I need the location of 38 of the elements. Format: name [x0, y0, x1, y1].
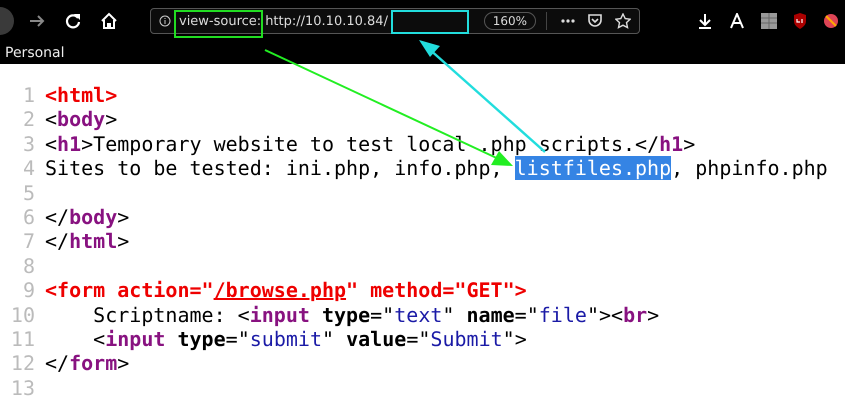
url-text: http://10.10.10.84/ [265, 14, 388, 28]
line-number: 11 [10, 326, 36, 352]
extension-icon[interactable] [823, 13, 839, 29]
line-number: 9 [22, 278, 36, 303]
info-icon[interactable] [159, 15, 171, 27]
line-number: 7 [22, 229, 36, 254]
line-number: 8 [22, 254, 36, 278]
line-number: 2 [22, 107, 36, 132]
bookmark-folder[interactable]: Personal [5, 45, 65, 61]
source-line: Sites to be tested: ini.php, info.php, listfiles.php, phpinfo.php [45, 156, 828, 181]
reload-icon[interactable] [64, 12, 82, 30]
more-icon[interactable] [561, 19, 575, 23]
source-line: Scriptname: <input type="text" name="file"><br> [92, 302, 660, 327]
source-line: <form action="/browse.php" method="GET"> [45, 278, 527, 303]
download-icon[interactable] [697, 13, 713, 29]
line-number: 4 [22, 156, 36, 181]
font-icon[interactable] [729, 13, 745, 29]
line-number: 10 [10, 302, 36, 327]
source-line: <h1>Temporary website to test local .php scripts.</h1> [45, 132, 696, 156]
zoom-level[interactable]: 160% [484, 12, 536, 30]
line-number: 13 [10, 376, 36, 400]
source-line: <input type="submit" value="Submit"> [92, 326, 527, 352]
line-number: 12 [10, 351, 36, 376]
star-icon[interactable] [615, 13, 631, 29]
source-line: </form> [45, 351, 130, 376]
home-icon[interactable] [100, 12, 118, 30]
line-number: 1 [22, 83, 36, 108]
shield-icon[interactable] [793, 13, 807, 29]
url-scheme: view-source: [179, 14, 262, 28]
line-number: 5 [22, 180, 36, 205]
line-number: 3 [22, 132, 36, 156]
line-number: 6 [22, 204, 36, 230]
source-line: <body> [45, 107, 118, 132]
source-line: </body> [45, 204, 130, 230]
source-line: </html> [45, 229, 130, 254]
source-line: <html> [45, 83, 118, 108]
address-bar[interactable]: view-source: http://10.10.10.84/ 160% [150, 8, 640, 34]
pocket-icon[interactable] [587, 13, 603, 29]
